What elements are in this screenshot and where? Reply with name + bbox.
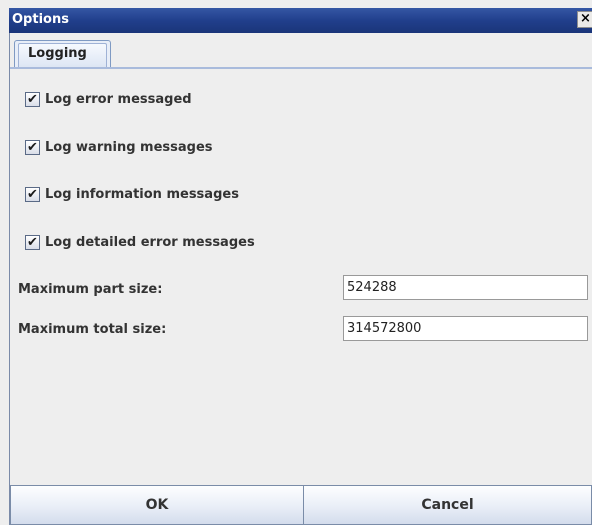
options-dialog: Options × Logging ✔ Log error messaged ✔… xyxy=(0,0,592,525)
log-detailed-error-label: Log detailed error messages xyxy=(45,235,255,250)
max-part-size-input[interactable] xyxy=(343,275,588,300)
log-information-option[interactable]: ✔ Log information messages xyxy=(25,186,305,204)
tab-logging-label: Logging xyxy=(28,46,87,61)
tab-strip: Logging xyxy=(10,33,592,71)
window-border xyxy=(9,33,10,525)
log-error-option[interactable]: ✔ Log error messaged xyxy=(25,91,285,109)
window-title: Options xyxy=(12,12,69,27)
log-information-label: Log information messages xyxy=(45,187,239,202)
checkmark-icon: ✔ xyxy=(27,235,38,250)
cancel-button[interactable]: Cancel xyxy=(303,485,592,525)
log-error-label: Log error messaged xyxy=(45,92,192,107)
log-warning-option[interactable]: ✔ Log warning messages xyxy=(25,139,285,157)
log-information-checkbox[interactable]: ✔ xyxy=(25,187,40,202)
max-total-size-label: Maximum total size: xyxy=(18,322,167,337)
log-detailed-error-checkbox[interactable]: ✔ xyxy=(25,235,40,250)
log-detailed-error-option[interactable]: ✔ Log detailed error messages xyxy=(25,234,325,252)
log-warning-label: Log warning messages xyxy=(45,140,213,155)
max-total-size-input[interactable] xyxy=(343,316,588,341)
log-error-checkbox[interactable]: ✔ xyxy=(25,92,40,107)
tab-divider xyxy=(10,67,592,69)
max-part-size-label: Maximum part size: xyxy=(18,282,163,297)
log-warning-checkbox[interactable]: ✔ xyxy=(25,140,40,155)
ok-button[interactable]: OK xyxy=(10,485,304,525)
tab-logging[interactable]: Logging xyxy=(14,40,111,67)
button-bar: OK Cancel xyxy=(10,485,592,525)
close-button[interactable]: × xyxy=(577,11,592,28)
checkmark-icon: ✔ xyxy=(27,92,38,107)
checkmark-icon: ✔ xyxy=(27,187,38,202)
checkmark-icon: ✔ xyxy=(27,140,38,155)
close-icon: × xyxy=(580,11,591,26)
title-bar[interactable]: Options × xyxy=(9,8,592,33)
